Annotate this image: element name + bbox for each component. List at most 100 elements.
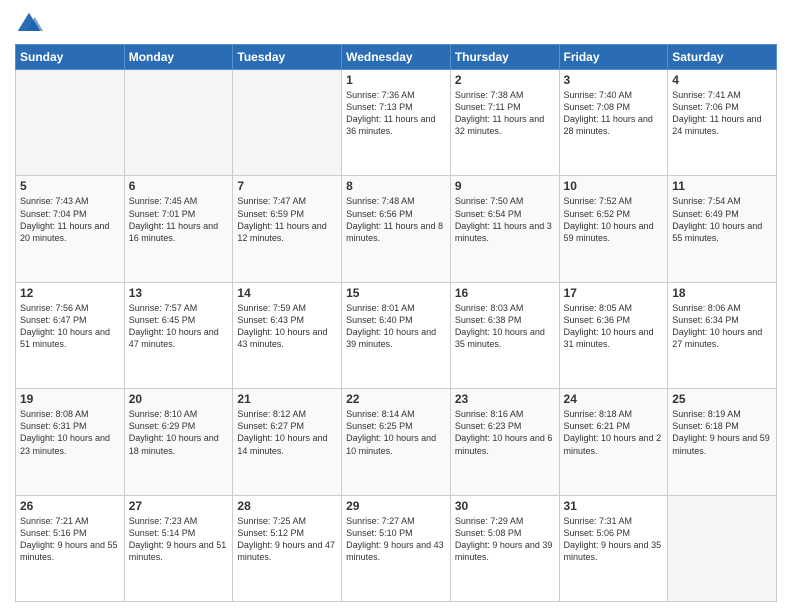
calendar-cell: 15 Sunrise: 8:01 AM Sunset: 6:40 PM Dayli… [342, 282, 451, 388]
calendar-cell: 22 Sunrise: 8:14 AM Sunset: 6:25 PM Dayli… [342, 389, 451, 495]
calendar-header-monday: Monday [124, 45, 233, 70]
calendar-cell: 24 Sunrise: 8:18 AM Sunset: 6:21 PM Dayli… [559, 389, 668, 495]
calendar-cell: 31 Sunrise: 7:31 AM Sunset: 5:06 PM Dayli… [559, 495, 668, 601]
day-info: Sunrise: 7:36 AM Sunset: 7:13 PM Dayligh… [346, 89, 446, 138]
day-number: 28 [237, 499, 337, 513]
day-number: 8 [346, 179, 446, 193]
day-info: Sunrise: 7:47 AM Sunset: 6:59 PM Dayligh… [237, 195, 337, 244]
day-info: Sunrise: 7:31 AM Sunset: 5:06 PM Dayligh… [564, 515, 664, 564]
calendar-cell: 5 Sunrise: 7:43 AM Sunset: 7:04 PM Daylig… [16, 176, 125, 282]
calendar-cell: 7 Sunrise: 7:47 AM Sunset: 6:59 PM Daylig… [233, 176, 342, 282]
header [15, 10, 777, 38]
day-number: 2 [455, 73, 555, 87]
day-number: 6 [129, 179, 229, 193]
calendar-header-saturday: Saturday [668, 45, 777, 70]
day-info: Sunrise: 7:54 AM Sunset: 6:49 PM Dayligh… [672, 195, 772, 244]
day-number: 25 [672, 392, 772, 406]
calendar-cell: 25 Sunrise: 8:19 AM Sunset: 6:18 PM Dayli… [668, 389, 777, 495]
calendar-cell: 20 Sunrise: 8:10 AM Sunset: 6:29 PM Dayli… [124, 389, 233, 495]
calendar-cell: 13 Sunrise: 7:57 AM Sunset: 6:45 PM Dayli… [124, 282, 233, 388]
day-number: 1 [346, 73, 446, 87]
day-number: 23 [455, 392, 555, 406]
calendar-week-row: 12Sunrise: 7:56 AM Sunset: 6:47 PM Dayli… [16, 282, 777, 388]
day-info: Sunrise: 8:08 AM Sunset: 6:31 PM Dayligh… [20, 408, 120, 457]
day-info: Sunrise: 8:19 AM Sunset: 6:18 PM Dayligh… [672, 408, 772, 457]
day-number: 10 [564, 179, 664, 193]
day-number: 20 [129, 392, 229, 406]
calendar-cell: 29Sunrise: 7:27 AM Sunset: 5:10 PM Dayli… [342, 495, 451, 601]
day-number: 7 [237, 179, 337, 193]
calendar-cell: 23 Sunrise: 8:16 AM Sunset: 6:23 PM Dayli… [450, 389, 559, 495]
day-info: Sunrise: 8:05 AM Sunset: 6:36 PM Dayligh… [564, 302, 664, 351]
day-number: 12 [20, 286, 120, 300]
logo [15, 10, 47, 38]
calendar-cell: 26Sunrise: 7:21 AM Sunset: 5:16 PM Dayli… [16, 495, 125, 601]
calendar-cell: 19 Sunrise: 8:08 AM Sunset: 6:31 PM Dayli… [16, 389, 125, 495]
calendar-table: SundayMondayTuesdayWednesdayThursdayFrid… [15, 44, 777, 602]
calendar-cell: 1 Sunrise: 7:36 AM Sunset: 7:13 PM Daylig… [342, 70, 451, 176]
day-number: 21 [237, 392, 337, 406]
day-info: Sunrise: 7:45 AM Sunset: 7:01 PM Dayligh… [129, 195, 229, 244]
day-info: Sunrise: 8:06 AM Sunset: 6:34 PM Dayligh… [672, 302, 772, 351]
day-number: 27 [129, 499, 229, 513]
calendar-cell: 9Sunrise: 7:50 AM Sunset: 6:54 PM Daylig… [450, 176, 559, 282]
day-number: 14 [237, 286, 337, 300]
calendar-cell: 16 Sunrise: 8:03 AM Sunset: 6:38 PM Dayli… [450, 282, 559, 388]
day-number: 18 [672, 286, 772, 300]
day-info: Sunrise: 8:03 AM Sunset: 6:38 PM Dayligh… [455, 302, 555, 351]
day-number: 29 [346, 499, 446, 513]
day-number: 22 [346, 392, 446, 406]
day-number: 15 [346, 286, 446, 300]
day-info: Sunrise: 7:38 AM Sunset: 7:11 PM Dayligh… [455, 89, 555, 138]
calendar-cell: 11 Sunrise: 7:54 AM Sunset: 6:49 PM Dayli… [668, 176, 777, 282]
day-number: 30 [455, 499, 555, 513]
day-info: Sunrise: 8:14 AM Sunset: 6:25 PM Dayligh… [346, 408, 446, 457]
calendar-header-sunday: Sunday [16, 45, 125, 70]
day-number: 16 [455, 286, 555, 300]
calendar-cell: 8 Sunrise: 7:48 AM Sunset: 6:56 PM Daylig… [342, 176, 451, 282]
day-info: Sunrise: 7:48 AM Sunset: 6:56 PM Dayligh… [346, 195, 446, 244]
calendar-cell: 14 Sunrise: 7:59 AM Sunset: 6:43 PM Dayli… [233, 282, 342, 388]
day-info: Sunrise: 7:41 AM Sunset: 7:06 PM Dayligh… [672, 89, 772, 138]
calendar-cell: 27Sunrise: 7:23 AM Sunset: 5:14 PM Dayli… [124, 495, 233, 601]
day-info: Sunrise: 7:52 AM Sunset: 6:52 PM Dayligh… [564, 195, 664, 244]
day-number: 13 [129, 286, 229, 300]
day-info: Sunrise: 7:57 AM Sunset: 6:45 PM Dayligh… [129, 302, 229, 351]
calendar-cell [124, 70, 233, 176]
day-info: Sunrise: 7:50 AM Sunset: 6:54 PM Dayligh… [455, 195, 555, 244]
calendar-cell: 3 Sunrise: 7:40 AM Sunset: 7:08 PM Daylig… [559, 70, 668, 176]
day-info: Sunrise: 8:16 AM Sunset: 6:23 PM Dayligh… [455, 408, 555, 457]
day-number: 3 [564, 73, 664, 87]
calendar-cell: 12Sunrise: 7:56 AM Sunset: 6:47 PM Dayli… [16, 282, 125, 388]
day-info: Sunrise: 8:18 AM Sunset: 6:21 PM Dayligh… [564, 408, 664, 457]
day-info: Sunrise: 7:59 AM Sunset: 6:43 PM Dayligh… [237, 302, 337, 351]
day-info: Sunrise: 7:43 AM Sunset: 7:04 PM Dayligh… [20, 195, 120, 244]
calendar-header-tuesday: Tuesday [233, 45, 342, 70]
calendar-header-thursday: Thursday [450, 45, 559, 70]
day-number: 24 [564, 392, 664, 406]
day-number: 31 [564, 499, 664, 513]
day-info: Sunrise: 8:01 AM Sunset: 6:40 PM Dayligh… [346, 302, 446, 351]
day-info: Sunrise: 7:25 AM Sunset: 5:12 PM Dayligh… [237, 515, 337, 564]
calendar-cell [16, 70, 125, 176]
calendar-week-row: 1 Sunrise: 7:36 AM Sunset: 7:13 PM Daylig… [16, 70, 777, 176]
logo-icon [15, 10, 43, 38]
day-number: 11 [672, 179, 772, 193]
day-number: 19 [20, 392, 120, 406]
day-info: Sunrise: 7:21 AM Sunset: 5:16 PM Dayligh… [20, 515, 120, 564]
day-number: 5 [20, 179, 120, 193]
calendar-week-row: 19 Sunrise: 8:08 AM Sunset: 6:31 PM Dayli… [16, 389, 777, 495]
day-number: 4 [672, 73, 772, 87]
calendar-week-row: 5 Sunrise: 7:43 AM Sunset: 7:04 PM Daylig… [16, 176, 777, 282]
calendar-cell [233, 70, 342, 176]
calendar-cell: 10 Sunrise: 7:52 AM Sunset: 6:52 PM Dayli… [559, 176, 668, 282]
calendar-cell: 21Sunrise: 8:12 AM Sunset: 6:27 PM Dayli… [233, 389, 342, 495]
calendar-cell [668, 495, 777, 601]
calendar-cell: 28 Sunrise: 7:25 AM Sunset: 5:12 PM Dayli… [233, 495, 342, 601]
calendar-header-row: SundayMondayTuesdayWednesdayThursdayFrid… [16, 45, 777, 70]
page: SundayMondayTuesdayWednesdayThursdayFrid… [0, 0, 792, 612]
day-info: Sunrise: 8:10 AM Sunset: 6:29 PM Dayligh… [129, 408, 229, 457]
calendar-cell: 18 Sunrise: 8:06 AM Sunset: 6:34 PM Dayli… [668, 282, 777, 388]
day-info: Sunrise: 7:40 AM Sunset: 7:08 PM Dayligh… [564, 89, 664, 138]
calendar-cell: 6 Sunrise: 7:45 AM Sunset: 7:01 PM Daylig… [124, 176, 233, 282]
